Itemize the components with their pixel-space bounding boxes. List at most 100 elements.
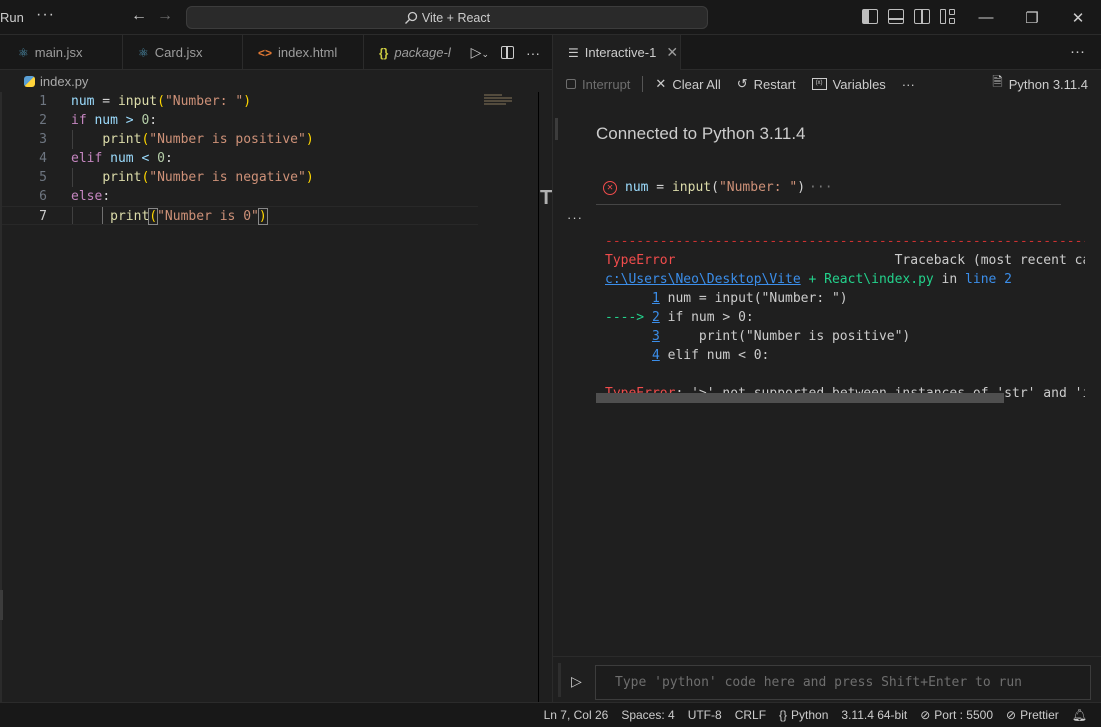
- prettier-icon: ⊘: [1006, 708, 1017, 722]
- cell-more-icon[interactable]: ···: [567, 210, 583, 225]
- token: :: [164, 151, 173, 166]
- kernel-picker[interactable]: 🗎 Python 3.11.4: [992, 73, 1088, 95]
- back-arrow-icon[interactable]: ←: [131, 7, 147, 25]
- split-editor-icon[interactable]: [501, 46, 514, 59]
- restore-button[interactable]: ❐: [1009, 0, 1055, 35]
- breadcrumb[interactable]: index.py: [0, 70, 552, 92]
- toolbar-more-button[interactable]: ···: [902, 77, 915, 92]
- tb-code: num = input("Number: "): [659, 291, 848, 306]
- token: ): [257, 208, 268, 225]
- tb-arrow: ---->: [605, 310, 652, 325]
- code-line: 3 print("Number is positive"): [2, 130, 478, 149]
- token: elif: [71, 151, 103, 166]
- tab-main-jsx[interactable]: ⚛ main.jsx: [3, 35, 123, 70]
- token: num: [71, 94, 95, 109]
- tb-prefix: [605, 291, 652, 306]
- notifications-bell-icon[interactable]: 🔔︎: [1072, 708, 1087, 722]
- tab-index-html[interactable]: <> index.html: [243, 35, 364, 70]
- variables-button[interactable]: (x) Variables: [811, 77, 886, 92]
- close-tab-icon[interactable]: ✕: [666, 44, 678, 61]
- menu-run[interactable]: Run: [0, 10, 24, 25]
- in-word: in: [933, 272, 966, 287]
- command-center[interactable]: Vite + React: [186, 6, 708, 29]
- run-file-icon[interactable]: ▷⌄: [471, 44, 489, 61]
- toggle-panel-icon[interactable]: [888, 9, 904, 24]
- interactive-input-area: ▷ Type 'python' code here and press Shif…: [553, 656, 1101, 702]
- toggle-secondary-sidebar-icon[interactable]: [914, 9, 930, 24]
- tab-label: main.jsx: [34, 45, 83, 60]
- code-line: 4 elif num < 0:: [2, 149, 478, 168]
- token: "Number is negative": [149, 170, 306, 185]
- traceback-separator: ----------------------------------------…: [605, 234, 1085, 249]
- status-bar: Ln 7, Col 26 Spaces: 4 UTF-8 CRLF {} Pyt…: [0, 702, 1101, 727]
- status-language[interactable]: {} Python: [779, 708, 828, 722]
- editor-scrollbar[interactable]: [538, 92, 552, 702]
- interrupt-button[interactable]: Interrupt: [566, 77, 630, 92]
- code-editor[interactable]: 1 num = input("Number: ") 2 if num > 0: …: [0, 92, 540, 702]
- code-line: 1 num = input("Number: "): [2, 92, 478, 111]
- clear-all-button[interactable]: ✕ Clear All: [655, 76, 720, 92]
- token: input: [117, 94, 158, 109]
- token: "Number: ": [718, 180, 798, 195]
- command-center-label: Vite + React: [421, 10, 491, 25]
- cell-divider: [596, 204, 1061, 205]
- tb-line-link[interactable]: 4: [652, 348, 660, 363]
- interactive-more-icon[interactable]: ···: [1070, 43, 1085, 60]
- token: else: [71, 189, 103, 204]
- tab-label: Interactive-1: [584, 45, 657, 60]
- variables-icon: (x): [811, 78, 827, 90]
- code-line-current: 7 print("Number is 0"): [2, 206, 478, 225]
- tb-line-link[interactable]: 3: [652, 329, 660, 344]
- status-interpreter[interactable]: 3.11.4 64-bit: [841, 708, 907, 722]
- editor-more-icon[interactable]: ···: [526, 45, 540, 61]
- run-input-button[interactable]: ▷: [571, 673, 582, 690]
- tab-card-jsx[interactable]: ⚛ Card.jsx: [123, 35, 243, 70]
- language-label: Python: [791, 708, 829, 722]
- token: print: [110, 209, 150, 224]
- search-icon: [404, 11, 418, 24]
- tab-label: Card.jsx: [154, 45, 203, 60]
- status-encoding[interactable]: UTF-8: [688, 708, 722, 722]
- breadcrumb-file[interactable]: index.py: [40, 74, 88, 89]
- title-bar: Run ··· ← → Vite + React — ❐ ✕: [0, 0, 1101, 35]
- python-file-icon: [24, 75, 35, 87]
- tb-line-link[interactable]: 1: [652, 291, 660, 306]
- token: 0: [157, 151, 165, 166]
- restart-button[interactable]: ↺ Restart: [737, 76, 796, 92]
- minimap[interactable]: [484, 94, 516, 108]
- file-path-link[interactable]: c:\Users\Neo\Desktop\Vite: [605, 272, 801, 287]
- kernel-icon: 🗎: [992, 74, 1003, 89]
- line-ref: line 2: [965, 272, 1013, 287]
- toggle-primary-sidebar-icon[interactable]: [862, 9, 878, 24]
- prettier-label: Prettier: [1020, 708, 1059, 722]
- line-number: 2: [39, 113, 47, 128]
- token: num >: [86, 113, 142, 128]
- html-icon: <>: [258, 45, 273, 60]
- tab-interactive-1[interactable]: ☰ Interactive-1 ✕: [553, 35, 681, 70]
- cell-input-header[interactable]: ✕ num = input("Number: ") ···: [603, 180, 833, 195]
- token: ): [797, 180, 806, 195]
- minimize-button[interactable]: —: [963, 0, 1009, 35]
- tb-line-link[interactable]: 2: [652, 310, 660, 325]
- tb-code: if num > 0:: [659, 310, 754, 325]
- line-number: 5: [39, 170, 47, 185]
- token: input: [671, 180, 712, 195]
- stop-icon: [566, 79, 576, 89]
- token: "Number is 0": [157, 209, 259, 224]
- customize-layout-icon[interactable]: [940, 9, 956, 24]
- status-cursor-position[interactable]: Ln 7, Col 26: [544, 708, 609, 722]
- expand-ellipsis[interactable]: ···: [809, 180, 832, 195]
- tab-package-json[interactable]: {} package-l: [364, 35, 452, 70]
- restart-icon: ↺: [736, 76, 748, 91]
- status-prettier[interactable]: ⊘ Prettier: [1006, 708, 1059, 722]
- output-horizontal-scrollbar[interactable]: [596, 393, 1004, 403]
- forward-arrow-icon[interactable]: →: [157, 7, 173, 25]
- cell-focus-bar: [555, 118, 558, 140]
- python-code-input[interactable]: Type 'python' code here and press Shift+…: [595, 665, 1091, 700]
- status-eol[interactable]: CRLF: [735, 708, 766, 722]
- menu-more-icon[interactable]: ···: [36, 6, 55, 24]
- close-window-button[interactable]: ✕: [1055, 0, 1101, 35]
- tb-prefix: [605, 348, 652, 363]
- status-indentation[interactable]: Spaces: 4: [621, 708, 674, 722]
- status-live-server[interactable]: ⊘ Port : 5500: [920, 708, 993, 722]
